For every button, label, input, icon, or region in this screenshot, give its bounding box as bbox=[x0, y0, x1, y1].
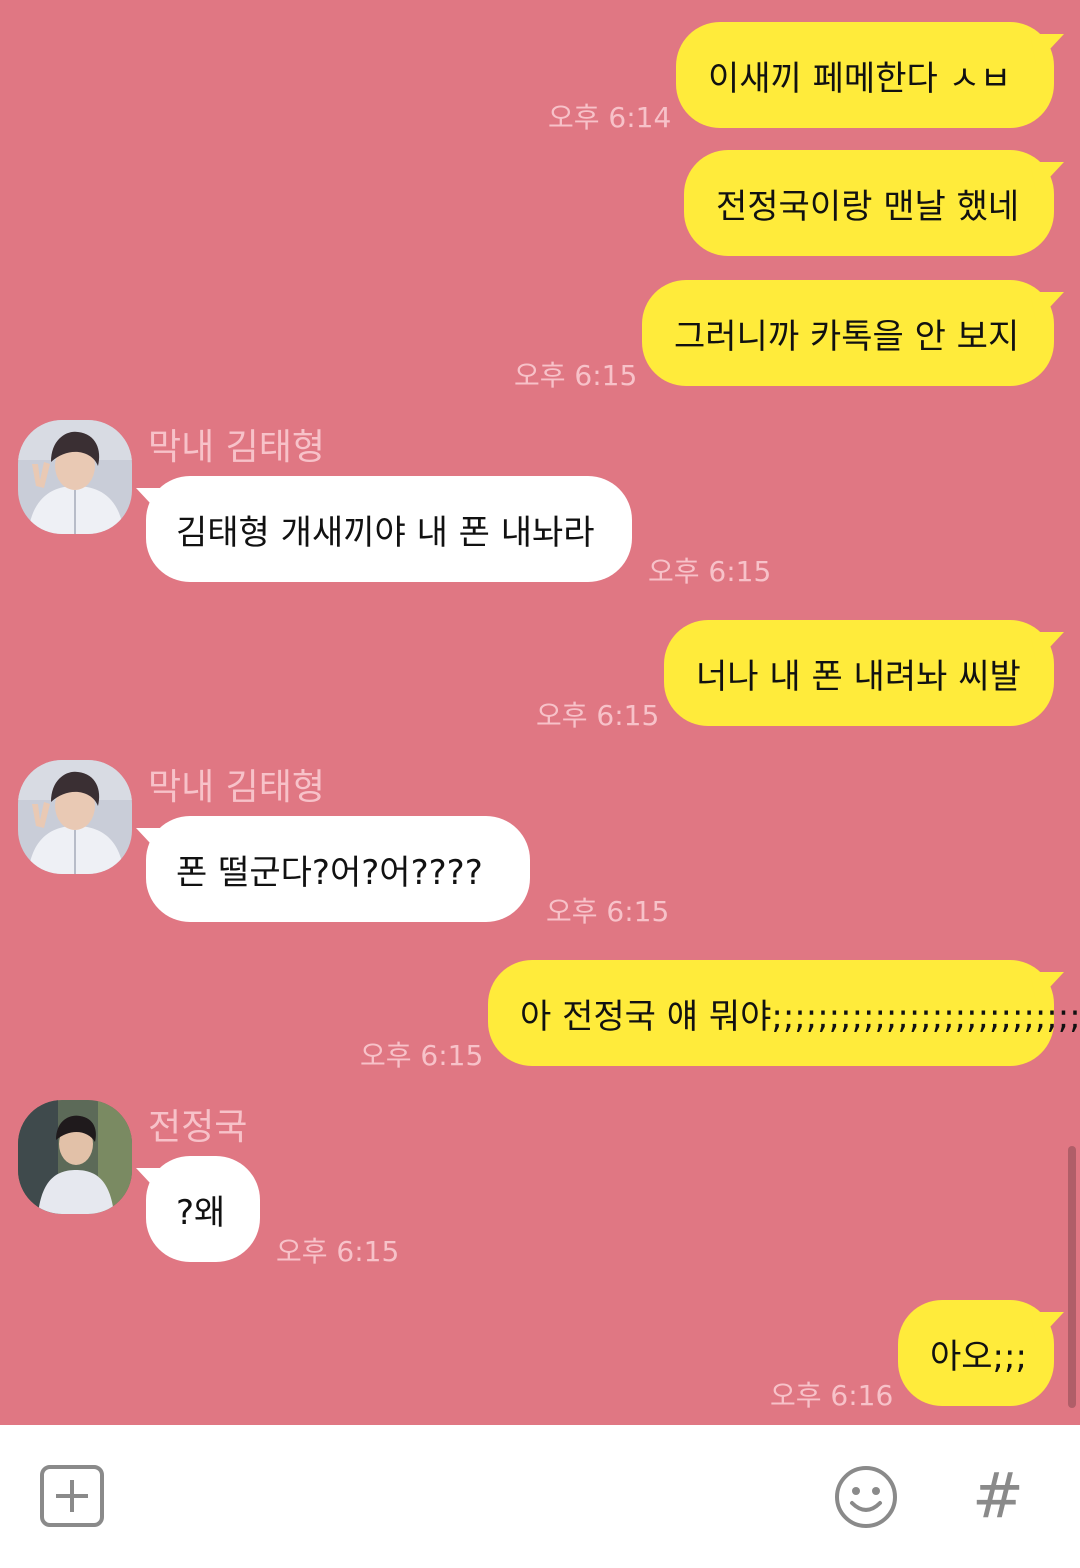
message-text: 아오;;; bbox=[930, 1336, 1027, 1377]
message-timestamp: 오후 6:15 bbox=[514, 359, 638, 392]
message-timestamp: 오후 6:14 bbox=[548, 101, 672, 134]
my-message-bubble[interactable]: 아오;;; bbox=[898, 1300, 1064, 1406]
sender-name: 막내 김태형 bbox=[148, 427, 326, 468]
avatar[interactable] bbox=[18, 760, 132, 874]
scrollbar-thumb[interactable] bbox=[1068, 1146, 1076, 1408]
other-message-bubble[interactable]: ?왜 bbox=[136, 1156, 260, 1262]
message-text: 김태형 개새끼야 내 폰 내놔라 bbox=[176, 512, 595, 553]
message-text: 폰 떨군다?어?어???? bbox=[176, 852, 483, 893]
avatar[interactable] bbox=[18, 1100, 132, 1214]
message-composer: # bbox=[0, 1425, 1080, 1568]
message-text: 전정국이랑 맨날 했네 bbox=[716, 186, 1020, 227]
message-timestamp: 오후 6:15 bbox=[536, 699, 660, 732]
bubble-tail bbox=[136, 828, 170, 858]
message-text: 너나 내 폰 내려놔 씨발 bbox=[696, 656, 1021, 697]
message-timestamp: 오후 6:16 bbox=[770, 1379, 894, 1412]
sender-name: 전정국 bbox=[148, 1107, 248, 1148]
bubble-tail bbox=[1030, 972, 1064, 1002]
chat-area[interactable]: 이새끼 페메한다 ㅅㅂ 오후 6:14 전정국이랑 맨날 했네 그러니까 카톡을… bbox=[0, 0, 1080, 1425]
bubble-tail bbox=[1030, 34, 1064, 64]
bubble-tail bbox=[1030, 292, 1064, 322]
message-text: 아 전정국 얘 뭐야;;;;;;;;;;;;;;;;;;;;;;;;;;; bbox=[520, 996, 1080, 1037]
my-message-bubble[interactable]: 그러니까 카톡을 안 보지 bbox=[642, 280, 1064, 386]
message-timestamp: 오후 6:15 bbox=[360, 1039, 484, 1072]
other-message-bubble[interactable]: 폰 떨군다?어?어???? bbox=[136, 816, 530, 922]
bubble-tail bbox=[136, 488, 170, 518]
my-message-bubble[interactable]: 전정국이랑 맨날 했네 bbox=[684, 150, 1064, 256]
other-message-bubble[interactable]: 김태형 개새끼야 내 폰 내놔라 bbox=[136, 476, 632, 582]
bubble-tail bbox=[1030, 162, 1064, 192]
bubble-tail bbox=[136, 1168, 170, 1198]
my-message-bubble[interactable]: 이새끼 페메한다 ㅅㅂ bbox=[676, 22, 1064, 128]
message-timestamp: 오후 6:15 bbox=[648, 555, 772, 588]
plus-square-icon[interactable] bbox=[40, 1465, 104, 1527]
bubble-tail bbox=[1030, 632, 1064, 662]
my-message-bubble[interactable]: 너나 내 폰 내려놔 씨발 bbox=[664, 620, 1064, 726]
message-text: ?왜 bbox=[176, 1192, 226, 1233]
smiley-icon[interactable] bbox=[834, 1465, 898, 1529]
bubble-tail bbox=[1030, 1312, 1064, 1342]
sender-name: 막내 김태형 bbox=[148, 767, 326, 808]
hash-icon[interactable]: # bbox=[972, 1461, 1028, 1531]
message-text: 그러니까 카톡을 안 보지 bbox=[674, 316, 1020, 357]
hash-glyph: # bbox=[972, 1459, 1024, 1532]
message-timestamp: 오후 6:15 bbox=[546, 895, 670, 928]
my-message-bubble[interactable]: 아 전정국 얘 뭐야;;;;;;;;;;;;;;;;;;;;;;;;;;; bbox=[488, 960, 1080, 1066]
avatar[interactable] bbox=[18, 420, 132, 534]
message-text: 이새끼 페메한다 ㅅㅂ bbox=[708, 58, 1012, 99]
message-timestamp: 오후 6:15 bbox=[276, 1235, 400, 1268]
